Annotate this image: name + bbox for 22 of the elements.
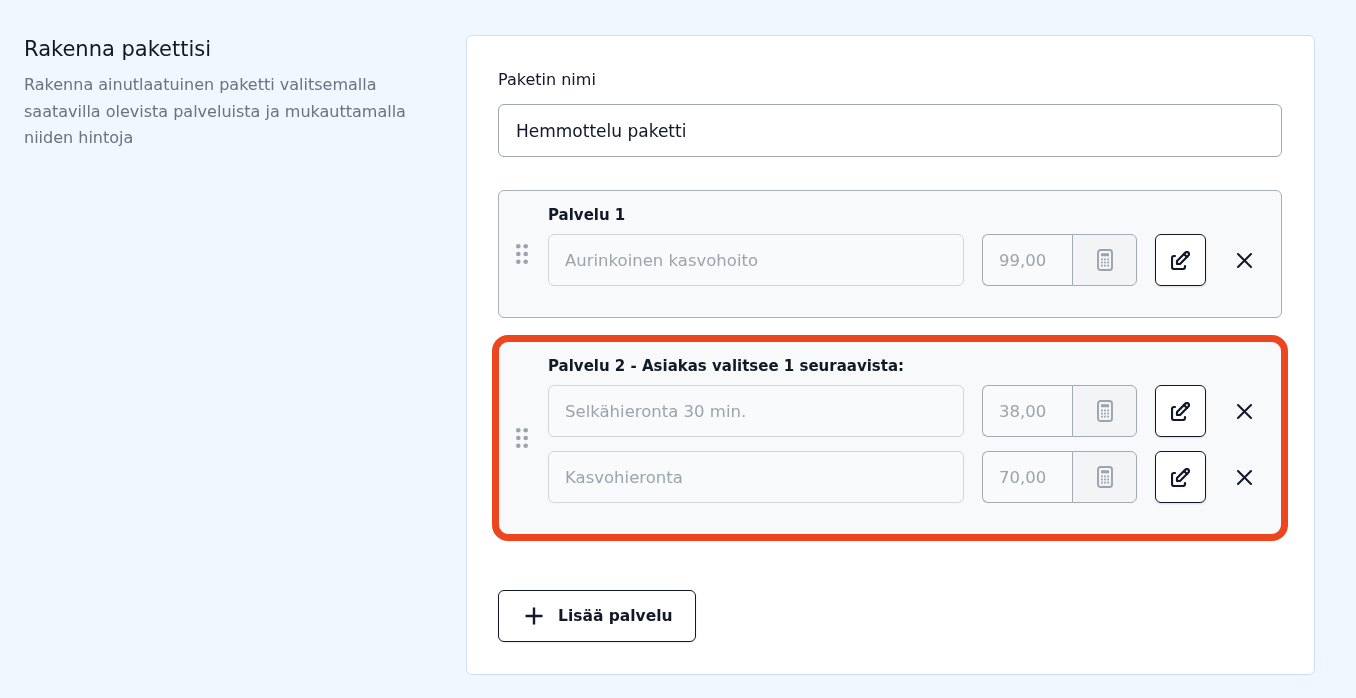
section-description: Rakenna ainutlaatuinen paketti valitsemalla saatavilla olevista palveluista ja mukauttamalla niiden hintoja <box>24 74 407 149</box>
calculator-icon <box>1096 466 1113 488</box>
drag-handle-icon[interactable] <box>516 428 528 448</box>
section-title: Rakenna pakettisi <box>24 36 213 63</box>
calculator-icon <box>1096 249 1113 271</box>
edit-icon <box>1171 467 1190 487</box>
calculator-icon <box>1096 400 1113 422</box>
close-icon <box>1236 403 1252 419</box>
package-name-field[interactable]: Hemmottelu paketti <box>498 104 1282 157</box>
edit-icon <box>1171 401 1190 421</box>
service-group-title: Palvelu 2 - Asiakas valitsee 1 seuraavista: <box>548 356 906 377</box>
edit-button[interactable] <box>1155 451 1206 503</box>
close-icon <box>1236 469 1252 485</box>
service-group-title: Palvelu 1 <box>548 205 627 226</box>
close-icon <box>1236 252 1252 268</box>
edit-button[interactable] <box>1155 234 1206 286</box>
field-label: Paketin nimi <box>498 69 597 91</box>
drag-handle-icon[interactable] <box>516 244 528 264</box>
edit-icon <box>1171 250 1190 270</box>
plus-icon <box>525 607 543 625</box>
edit-button[interactable] <box>1155 385 1206 437</box>
add-service-button[interactable]: Lisää palvelu <box>498 590 696 642</box>
